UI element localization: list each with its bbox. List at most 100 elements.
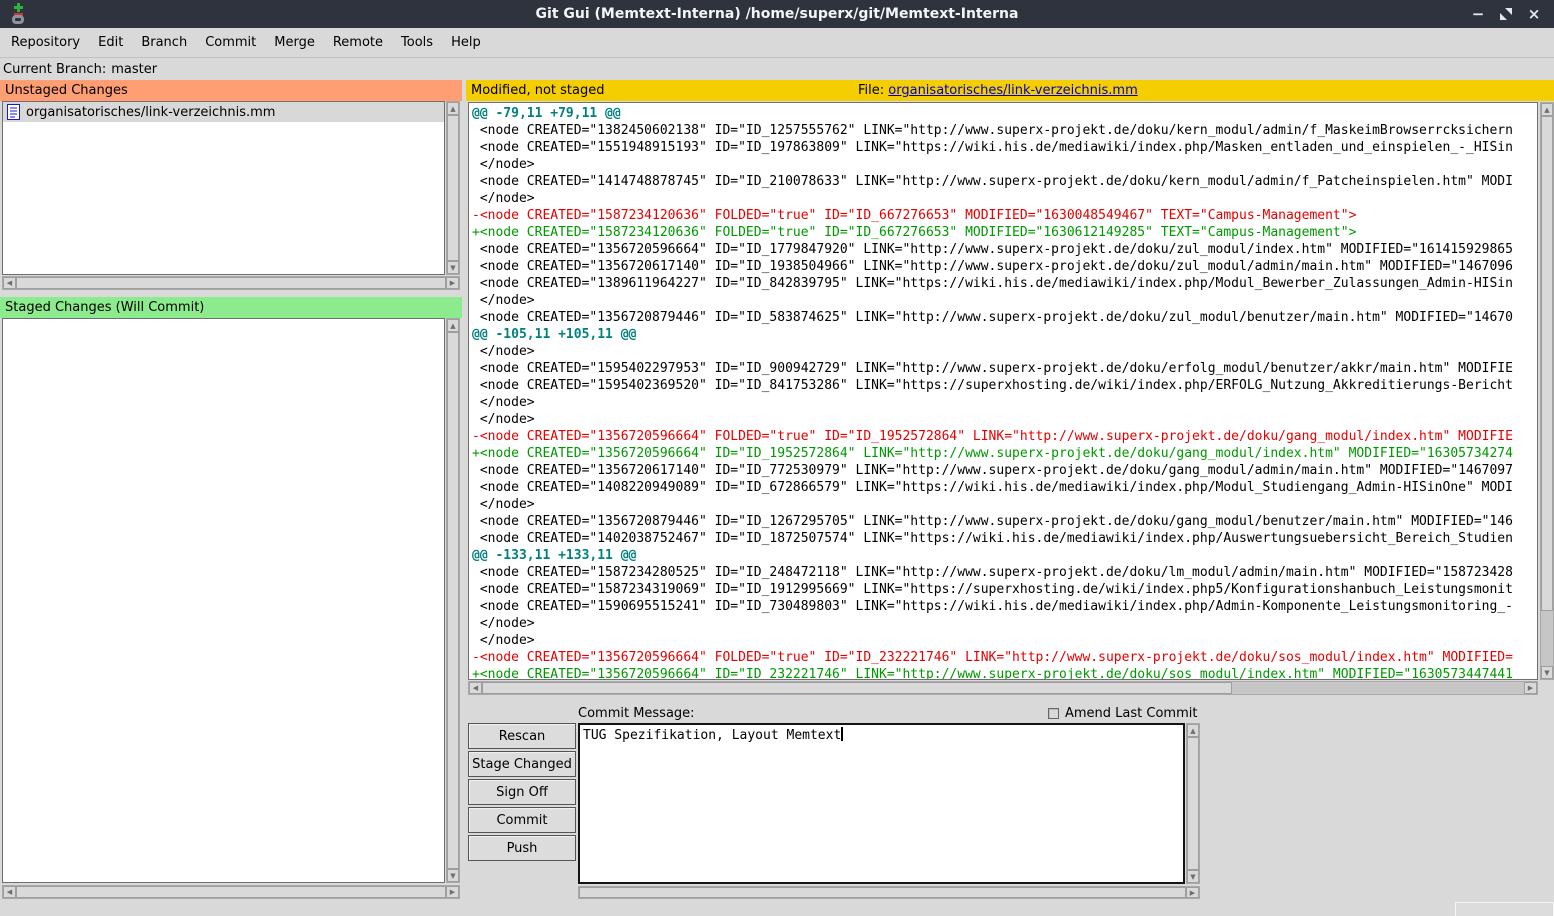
rescan-button[interactable]: Rescan bbox=[468, 723, 576, 749]
menu-bar: RepositoryEditBranchCommitMergeRemoteToo… bbox=[0, 28, 1554, 58]
amend-label: Amend Last Commit bbox=[1065, 706, 1197, 721]
menu-edit[interactable]: Edit bbox=[89, 28, 132, 57]
diff-vertical-scrollbar[interactable]: ▲ ▼ bbox=[1540, 102, 1554, 680]
progress-bar bbox=[1455, 902, 1554, 916]
scrollbar-thumb[interactable] bbox=[16, 277, 446, 289]
diff-line: <node CREATED="1356720617140" ID="ID_193… bbox=[472, 258, 1537, 275]
menu-repository[interactable]: Repository bbox=[2, 28, 89, 57]
diff-line: </node> bbox=[472, 190, 1537, 207]
unstaged-file-list[interactable]: organisatorisches/link-verzeichnis.mm bbox=[2, 101, 445, 275]
scroll-right-icon[interactable]: ▶ bbox=[446, 886, 459, 898]
scroll-right-icon[interactable]: ▶ bbox=[1186, 887, 1199, 898]
window-controls: − × bbox=[1470, 0, 1542, 28]
scrollbar-thumb[interactable] bbox=[16, 886, 446, 898]
diff-line: </node> bbox=[472, 394, 1537, 411]
diff-line: <node CREATED="1389611964227" ID="ID_842… bbox=[472, 275, 1537, 292]
diff-line: @@ -133,11 +133,11 @@ bbox=[472, 547, 1537, 564]
diff-line: @@ -105,11 +105,11 @@ bbox=[472, 326, 1537, 343]
commit-vertical-scrollbar[interactable]: ▲ ▼ bbox=[1186, 723, 1200, 884]
window-title: Git Gui (Memtext-Interna) /home/superx/g… bbox=[0, 0, 1554, 28]
minimize-icon[interactable]: − bbox=[1470, 6, 1486, 22]
scroll-left-icon[interactable]: ◀ bbox=[3, 277, 16, 289]
scroll-left-icon[interactable]: ◀ bbox=[469, 682, 482, 694]
maximize-icon[interactable] bbox=[1498, 6, 1514, 22]
diff-line: <node CREATED="1414748878745" ID="ID_210… bbox=[472, 173, 1537, 190]
menu-merge[interactable]: Merge bbox=[265, 28, 324, 57]
scrollbar-thumb[interactable] bbox=[1187, 737, 1199, 870]
commit-message-text: TUG Spezifikation, Layout Memtext bbox=[583, 728, 841, 743]
scrollbar-thumb[interactable] bbox=[447, 115, 459, 261]
scroll-right-icon[interactable]: ▶ bbox=[1524, 682, 1537, 694]
diff-text[interactable]: @@ -79,11 +79,11 @@ <node CREATED="13824… bbox=[468, 102, 1538, 680]
commit-message-input[interactable]: TUG Spezifikation, Layout Memtext bbox=[578, 723, 1185, 884]
diff-line: <node CREATED="1595402297953" ID="ID_900… bbox=[472, 360, 1537, 377]
text-cursor bbox=[841, 727, 843, 741]
commit-horizontal-scrollbar[interactable]: ▶ bbox=[578, 886, 1200, 899]
diff-line: <node CREATED="1382450602138" ID="ID_125… bbox=[472, 122, 1537, 139]
file-icon bbox=[7, 104, 20, 120]
menu-tools[interactable]: Tools bbox=[392, 28, 442, 57]
diff-line: </node> bbox=[472, 343, 1537, 360]
unstaged-file-row[interactable]: organisatorisches/link-verzeichnis.mm bbox=[3, 102, 444, 122]
git-gui-window: Git Gui (Memtext-Interna) /home/superx/g… bbox=[0, 0, 1554, 916]
diff-line: <node CREATED="1587234280525" ID="ID_248… bbox=[472, 564, 1537, 581]
unstaged-changes-header: Unstaged Changes bbox=[0, 80, 462, 101]
staged-horizontal-scrollbar[interactable]: ◀ ▶ bbox=[2, 885, 460, 899]
scroll-down-icon[interactable]: ▼ bbox=[447, 869, 459, 882]
diff-line: </node> bbox=[472, 496, 1537, 513]
staged-vertical-scrollbar[interactable]: ▲ ▼ bbox=[446, 318, 460, 883]
stage-changed-button[interactable]: Stage Changed bbox=[468, 751, 576, 777]
current-branch-label: Current Branch: bbox=[3, 62, 106, 77]
menu-commit[interactable]: Commit bbox=[196, 28, 265, 57]
diff-line: <node CREATED="1356720879446" ID="ID_126… bbox=[472, 513, 1537, 530]
diff-line: <node CREATED="1408220949089" ID="ID_672… bbox=[472, 479, 1537, 496]
diff-line: -<node CREATED="1587234120636" FOLDED="t… bbox=[472, 207, 1537, 224]
diff-line: </node> bbox=[472, 156, 1537, 173]
unstaged-vertical-scrollbar[interactable]: ▲ ▼ bbox=[446, 101, 460, 275]
diff-line: <node CREATED="1595402369520" ID="ID_841… bbox=[472, 377, 1537, 394]
menu-remote[interactable]: Remote bbox=[324, 28, 392, 57]
diff-line: +<node CREATED="1356720596664" ID="ID_23… bbox=[472, 666, 1537, 680]
scrollbar-thumb[interactable] bbox=[579, 887, 1186, 898]
diff-line: <node CREATED="1551948915193" ID="ID_197… bbox=[472, 139, 1537, 156]
scrollbar-thumb[interactable] bbox=[447, 332, 459, 869]
diff-horizontal-scrollbar[interactable]: ◀ ▶ bbox=[468, 681, 1538, 695]
diff-line: -<node CREATED="1356720596664" FOLDED="t… bbox=[472, 428, 1537, 445]
diff-line: </node> bbox=[472, 615, 1537, 632]
diff-line: <node CREATED="1587234319069" ID="ID_191… bbox=[472, 581, 1537, 598]
close-icon[interactable]: × bbox=[1526, 6, 1542, 22]
diff-line: <node CREATED="1356720596664" ID="ID_177… bbox=[472, 241, 1537, 258]
amend-last-commit: Amend Last Commit bbox=[1048, 706, 1197, 721]
diff-line: <node CREATED="1356720879446" ID="ID_583… bbox=[472, 309, 1537, 326]
scroll-up-icon[interactable]: ▲ bbox=[1541, 103, 1553, 116]
diff-file-label: File: bbox=[858, 83, 884, 98]
menu-branch[interactable]: Branch bbox=[132, 28, 196, 57]
scroll-right-icon[interactable]: ▶ bbox=[446, 277, 459, 289]
scroll-up-icon[interactable]: ▲ bbox=[447, 102, 459, 115]
menu-help[interactable]: Help bbox=[442, 28, 490, 57]
diff-file: File: organisatorisches/link-verzeichnis… bbox=[858, 83, 1138, 98]
sign-off-button[interactable]: Sign Off bbox=[468, 779, 576, 805]
commit-button[interactable]: Commit bbox=[468, 807, 576, 833]
staged-changes-header: Staged Changes (Will Commit) bbox=[0, 297, 462, 318]
unstaged-horizontal-scrollbar[interactable]: ◀ ▶ bbox=[2, 276, 460, 290]
scrollbar-thumb[interactable] bbox=[1541, 116, 1553, 611]
scroll-down-icon[interactable]: ▼ bbox=[1187, 870, 1199, 883]
scroll-up-icon[interactable]: ▲ bbox=[1187, 724, 1199, 737]
unstaged-file-name: organisatorisches/link-verzeichnis.mm bbox=[26, 105, 275, 120]
diff-status: Modified, not staged bbox=[471, 83, 605, 98]
scroll-up-icon[interactable]: ▲ bbox=[447, 319, 459, 332]
diff-line: <node CREATED="1402038752467" ID="ID_187… bbox=[472, 530, 1537, 547]
push-button[interactable]: Push bbox=[468, 835, 576, 861]
scrollbar-thumb[interactable] bbox=[482, 682, 1232, 694]
scroll-left-icon[interactable]: ◀ bbox=[3, 886, 16, 898]
diff-line: </node> bbox=[472, 411, 1537, 428]
scroll-down-icon[interactable]: ▼ bbox=[1541, 666, 1553, 679]
current-branch-name: master bbox=[111, 62, 157, 77]
commit-message-label: Commit Message: bbox=[578, 706, 695, 721]
scroll-down-icon[interactable]: ▼ bbox=[447, 261, 459, 274]
staged-file-list[interactable] bbox=[2, 318, 445, 883]
diff-file-link[interactable]: organisatorisches/link-verzeichnis.mm bbox=[888, 83, 1137, 98]
diff-line: <node CREATED="1590695515241" ID="ID_730… bbox=[472, 598, 1537, 615]
amend-checkbox[interactable] bbox=[1048, 708, 1059, 719]
